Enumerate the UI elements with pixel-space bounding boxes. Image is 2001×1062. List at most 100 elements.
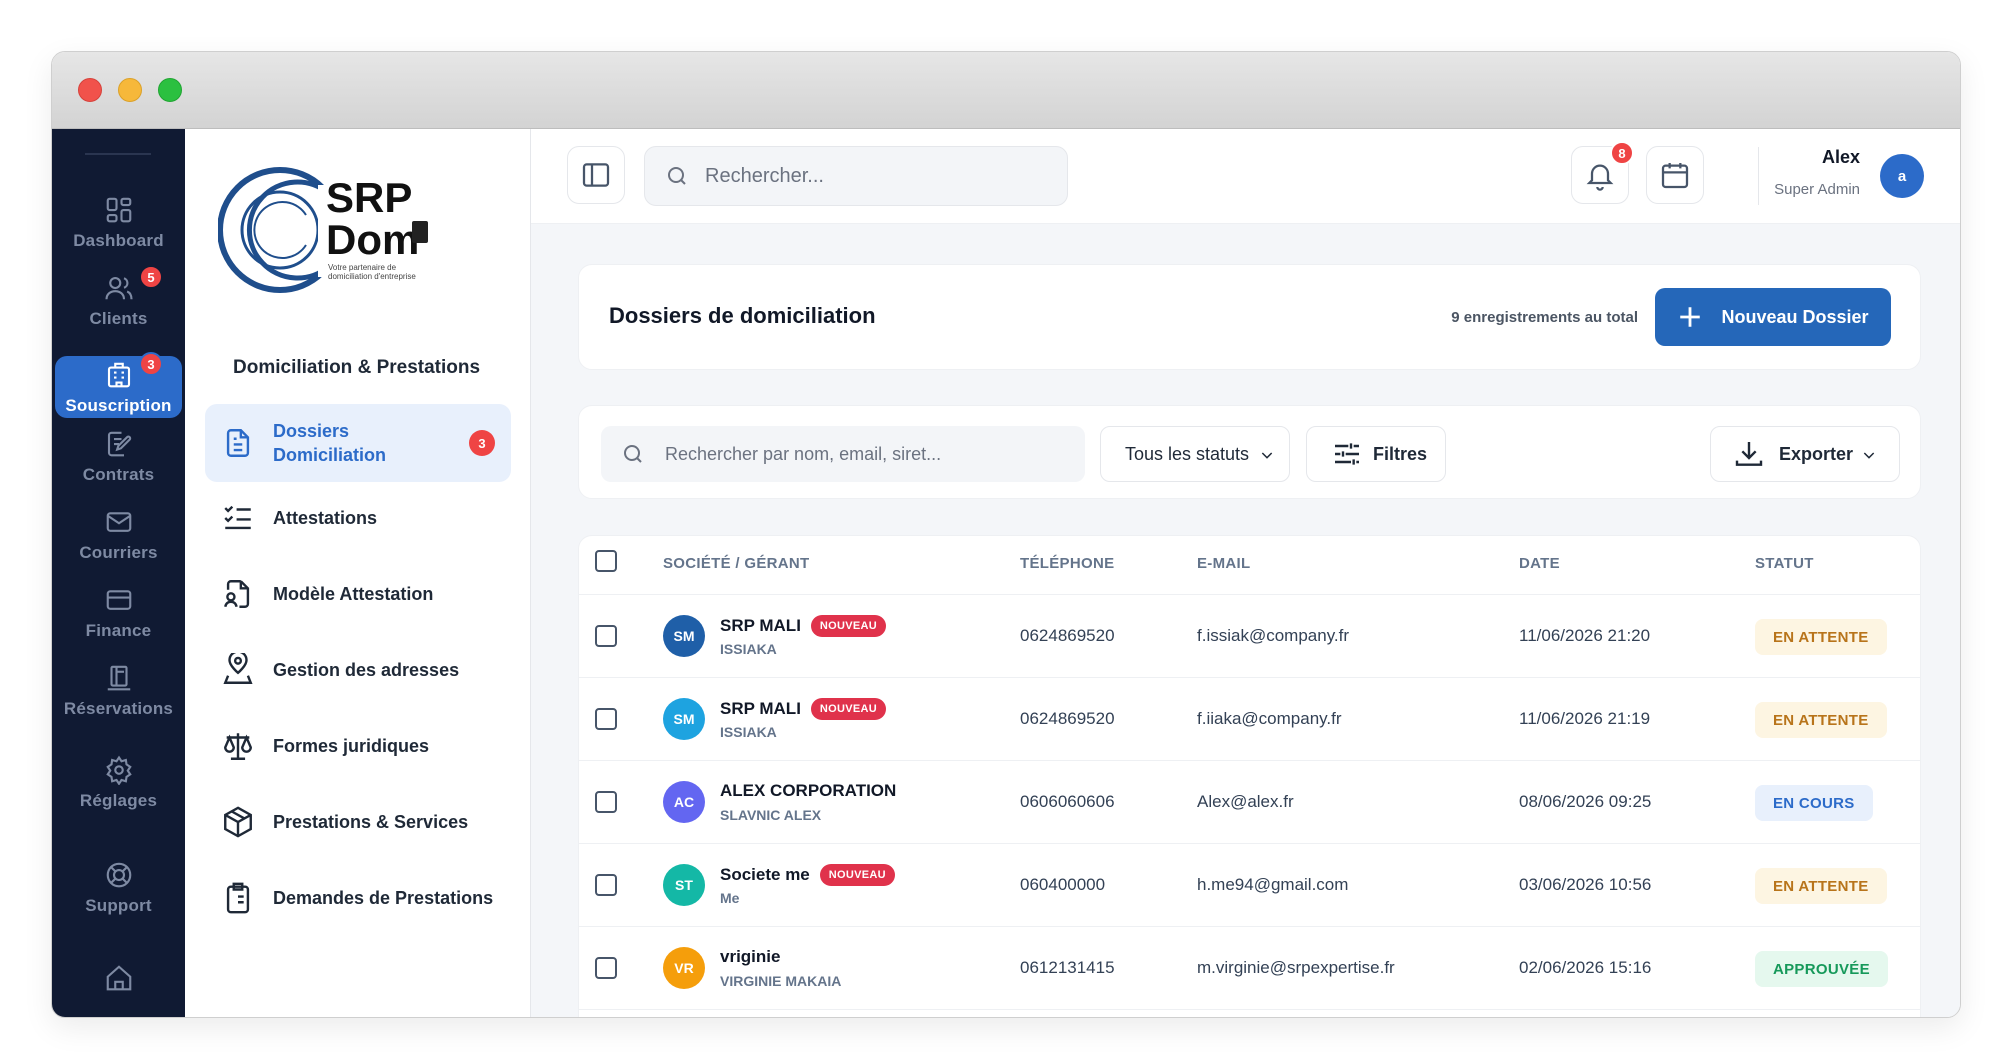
rail-item-souscription[interactable]: Souscription 3 xyxy=(55,352,182,418)
location-user-icon xyxy=(223,653,253,684)
rail-item-support[interactable]: Support xyxy=(55,856,182,922)
sliders-icon xyxy=(1335,443,1359,465)
rail-label: Dashboard xyxy=(73,231,164,250)
sidebar-item-demandes-prestations[interactable]: Demandes de Prestations xyxy=(205,859,511,937)
rail-item-reglages[interactable]: Réglages xyxy=(55,751,182,817)
rail-item-dashboard[interactable]: Dashboard xyxy=(55,191,182,257)
users-icon xyxy=(104,276,133,300)
table-row[interactable]: ST Societe me NOUVEAU Me 060400000 h.me94@gma… xyxy=(579,843,1920,926)
column-header-email: E-MAIL xyxy=(1197,555,1251,572)
document-user-icon xyxy=(224,580,250,608)
clipboard-list-icon xyxy=(226,882,250,914)
sidebar-item-formes-juridiques[interactable]: Formes juridiques xyxy=(205,707,511,785)
status-badge: EN ATTENTE xyxy=(1755,619,1887,655)
row-checkbox[interactable] xyxy=(595,791,617,813)
date-cell: 11/06/2026 21:19 xyxy=(1519,709,1651,728)
company-name: SRP MALI xyxy=(720,699,801,718)
rail-item-courriers[interactable]: Courriers xyxy=(55,503,182,569)
row-checkbox[interactable] xyxy=(595,874,617,896)
sidebar-item-label: Gestion des adresses xyxy=(273,660,460,680)
table-row[interactable]: AC ALEX CORPORATION SLAVNIC ALEX 0606060606… xyxy=(579,760,1920,843)
table-header: SOCIÉTÉ / GÉRANT TÉLÉPHONE E-MAIL DATE S… xyxy=(579,536,1920,594)
email-cell: Alex@alex.fr xyxy=(1197,792,1294,811)
status-badge: EN COURS xyxy=(1755,785,1873,821)
rail-label: Souscription xyxy=(65,396,172,415)
table-search[interactable] xyxy=(601,426,1085,482)
sidebar-item-modele-attestation[interactable]: Modèle Attestation xyxy=(205,555,511,633)
table-search-input[interactable] xyxy=(665,443,1085,465)
company-name-cell: SRP MALI NOUVEAU xyxy=(720,615,887,637)
main-content: 8 Alex Super Admin a Dossiers de domicil… xyxy=(531,129,1960,1017)
rail-item-finance[interactable]: Finance xyxy=(55,581,182,647)
download-icon xyxy=(1735,442,1763,466)
sidebar-item-gestion-adresses[interactable]: Gestion des adresses xyxy=(205,631,511,709)
srp-dom-logo: SRP Dom Votre partenaire de domiciliatio… xyxy=(217,165,438,295)
notifications-button[interactable]: 8 xyxy=(1571,141,1634,204)
phone-cell: 0624869520 xyxy=(1020,709,1115,728)
table-row[interactable]: SM SRP MALI NOUVEAU ISSIAKA 0624869520 f.issi… xyxy=(579,594,1920,677)
table-row[interactable]: VR vriginie VIRGINIE MAKAIA 0612131415 m.vir… xyxy=(579,926,1920,1009)
global-search[interactable] xyxy=(644,146,1068,206)
user-role: Super Admin xyxy=(1774,181,1860,198)
rail-item-contrats[interactable]: Contrats xyxy=(55,425,182,491)
logo-text-srp: SRP xyxy=(326,174,413,221)
new-tag: NOUVEAU xyxy=(810,615,887,637)
status-select[interactable]: Tous les statuts xyxy=(1100,426,1290,482)
rail-item-clients[interactable]: Clients 5 xyxy=(55,265,182,335)
company-avatar: SM xyxy=(663,698,705,740)
title-bar xyxy=(52,52,1960,129)
manager-name: SLAVNIC ALEX xyxy=(720,807,822,823)
toggle-sidebar-button[interactable] xyxy=(567,146,625,204)
dossiers-badge: 3 xyxy=(469,430,495,456)
maximize-window-button[interactable] xyxy=(158,78,182,102)
sidebar-item-label: Prestations & Services xyxy=(273,812,469,832)
filters-button[interactable]: Filtres xyxy=(1306,426,1446,482)
row-checkbox[interactable] xyxy=(595,957,617,979)
card-icon xyxy=(106,590,131,610)
status-select-value: Tous les statuts xyxy=(1125,443,1250,464)
rail-label: Clients xyxy=(89,309,148,328)
user-avatar[interactable]: a xyxy=(1880,154,1924,198)
close-window-button[interactable] xyxy=(78,78,102,102)
rail-label: Support xyxy=(85,896,152,915)
calendar-icon xyxy=(1661,163,1689,189)
sidebar-item-attestations[interactable]: Attestations xyxy=(205,479,511,557)
table-row[interactable]: SRP ACADEMY xyxy=(579,1009,1920,1017)
bell-icon xyxy=(1586,164,1614,191)
company-name: SRP MALI xyxy=(720,616,801,635)
new-tag: NOUVEAU xyxy=(819,864,895,886)
plus-icon xyxy=(1680,307,1701,327)
lifebuoy-icon xyxy=(106,862,131,888)
sidebar-item-label: Attestations xyxy=(273,508,378,528)
row-checkbox[interactable] xyxy=(595,708,617,730)
phone-cell: 060400000 xyxy=(1020,875,1106,894)
secondary-sidebar: SRP Dom Votre partenaire de domiciliatio… xyxy=(185,129,531,1017)
page-title: Dossiers de domiciliation xyxy=(609,303,876,328)
rail-divider xyxy=(85,153,151,155)
export-button[interactable]: Exporter xyxy=(1710,426,1900,482)
email-cell: f.issiak@company.fr xyxy=(1197,626,1350,645)
rail-label: Finance xyxy=(85,621,152,640)
sidebar-item-dossiers-domiciliation[interactable]: Dossiers Domiciliation 3 xyxy=(205,404,511,482)
global-search-input[interactable] xyxy=(705,164,1045,188)
row-checkbox[interactable] xyxy=(595,625,617,647)
sidebar-item-prestations-services[interactable]: Prestations & Services xyxy=(205,783,511,861)
email-cell: m.virginie@srpexpertise.fr xyxy=(1197,958,1395,977)
app-window: Dashboard Clients 5 Souscription 3 Contr… xyxy=(51,51,1961,1018)
topbar-divider xyxy=(1758,147,1759,205)
records-count: 9 enregistrements au total xyxy=(1451,309,1638,326)
dossiers-table: SOCIÉTÉ / GÉRANT TÉLÉPHONE E-MAIL DATE S… xyxy=(578,535,1921,1017)
date-cell: 08/06/2026 09:25 xyxy=(1519,792,1652,811)
sidebar-title: Domiciliation & Prestations xyxy=(233,357,481,378)
rail-item-home[interactable] xyxy=(55,959,182,1017)
new-dossier-button[interactable]: Nouveau Dossier xyxy=(1655,288,1891,346)
gear-icon xyxy=(105,755,132,785)
calendar-button[interactable] xyxy=(1646,146,1704,204)
phone-cell: 0612131415 xyxy=(1020,958,1115,977)
table-row[interactable]: SM SRP MALI NOUVEAU ISSIAKA 0624869520 f.iiak… xyxy=(579,677,1920,760)
select-all-checkbox[interactable] xyxy=(595,550,617,572)
sidebar-item-label: Dossiers Domiciliation xyxy=(273,421,387,465)
rail-item-reservations[interactable]: Réservations xyxy=(55,659,182,725)
minimize-window-button[interactable] xyxy=(118,78,142,102)
filter-bar: Tous les statuts Filtres Exporter xyxy=(578,405,1921,499)
